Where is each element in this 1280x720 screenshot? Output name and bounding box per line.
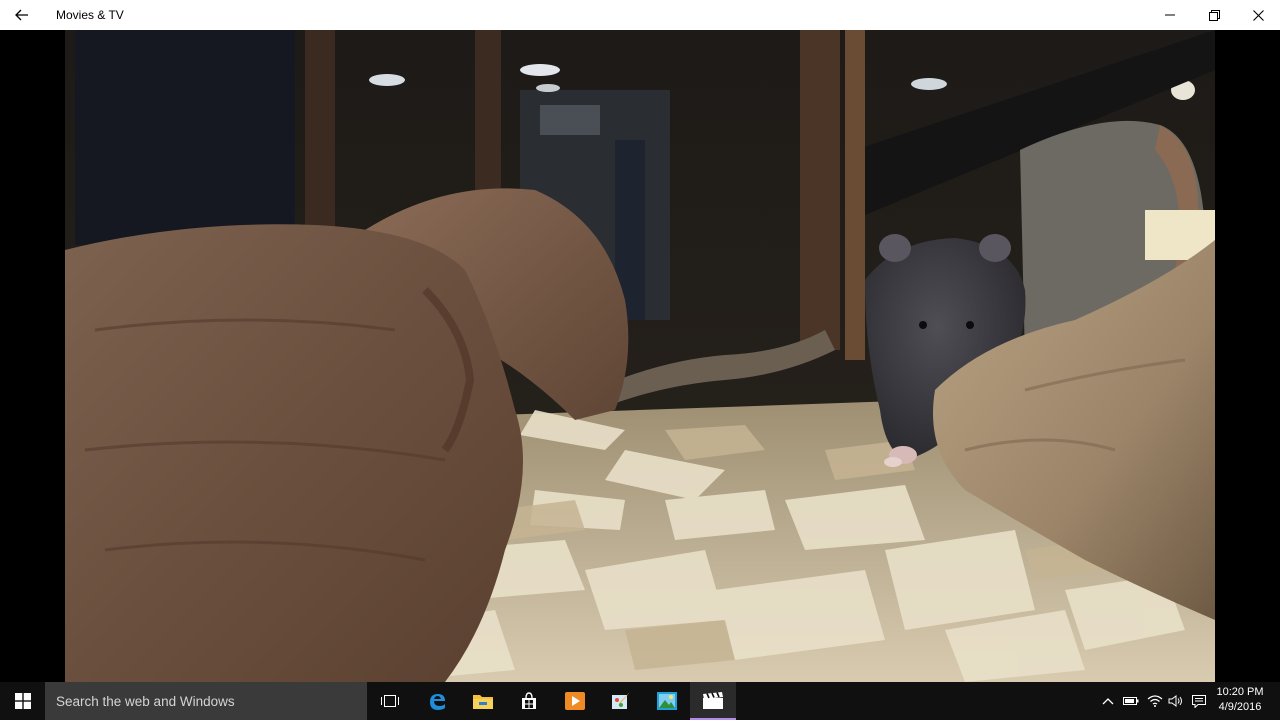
clock-time: 10:20 PM [1216, 686, 1264, 698]
volume-button[interactable] [1165, 682, 1187, 720]
photos-icon [657, 692, 677, 710]
show-hidden-icons-button[interactable] [1097, 682, 1119, 720]
chevron-up-icon [1102, 698, 1114, 705]
task-view-button[interactable] [367, 682, 413, 720]
battery-icon [1123, 697, 1139, 705]
back-arrow-icon [15, 9, 28, 21]
restore-button[interactable] [1192, 0, 1236, 30]
taskbar: Search the web and Windows 10:20 PM 4/9/… [0, 682, 1280, 720]
store-button[interactable] [506, 682, 552, 720]
edge-icon [430, 694, 445, 710]
close-icon [1252, 9, 1264, 21]
edge-button[interactable] [414, 682, 460, 720]
movies-tv-icon [703, 692, 723, 709]
windows-logo-icon [14, 693, 31, 709]
video-stage[interactable] [0, 30, 1280, 682]
title-bar: Movies & TV [0, 0, 1280, 30]
clock-date: 4/9/2016 [1218, 701, 1262, 713]
movies-tv-button[interactable] [690, 682, 736, 720]
file-explorer-button[interactable] [460, 682, 506, 720]
paint-button[interactable] [598, 682, 644, 720]
minimize-icon [1165, 14, 1175, 16]
notifications-icon [1192, 694, 1206, 708]
back-button[interactable] [0, 0, 44, 30]
minimize-button[interactable] [1148, 0, 1192, 30]
network-button[interactable] [1144, 682, 1166, 720]
file-explorer-icon [473, 695, 493, 709]
volume-icon [1168, 695, 1182, 707]
store-icon [522, 692, 536, 709]
media-player-icon [565, 692, 585, 710]
media-player-button[interactable] [552, 682, 598, 720]
video-frame[interactable] [65, 30, 1215, 682]
paint-icon [612, 692, 630, 709]
search-placeholder: Search the web and Windows [56, 693, 235, 709]
restore-icon [1208, 9, 1220, 21]
start-button[interactable] [0, 682, 45, 720]
photos-button[interactable] [644, 682, 690, 720]
search-input[interactable]: Search the web and Windows [45, 682, 367, 720]
window-controls [1148, 0, 1280, 30]
clock[interactable]: 10:20 PM 4/9/2016 [1212, 685, 1268, 715]
video-image [65, 30, 1215, 682]
notifications-button[interactable] [1188, 682, 1210, 720]
network-icon [1147, 695, 1163, 707]
window-title: Movies & TV [56, 8, 124, 22]
task-view-icon [381, 695, 399, 707]
close-button[interactable] [1236, 0, 1280, 30]
battery-button[interactable] [1120, 682, 1142, 720]
